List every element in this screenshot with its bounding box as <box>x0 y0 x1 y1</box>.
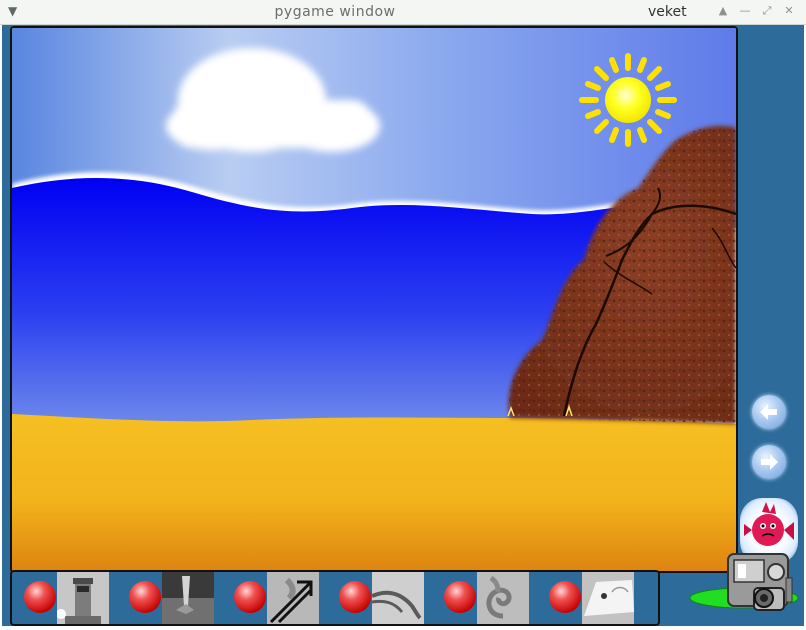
next-page-button[interactable] <box>752 445 786 479</box>
sun-icon <box>579 53 677 147</box>
select-stamp-button[interactable] <box>234 581 266 613</box>
maximize-window-icon[interactable]: ⤢ <box>760 4 774 18</box>
shell-icon <box>477 572 529 624</box>
shade-window-icon[interactable]: ▲ <box>716 4 730 18</box>
arrow-left-icon <box>760 404 777 420</box>
minimize-window-icon[interactable]: — <box>738 4 752 18</box>
stamp-toolbar <box>10 570 660 626</box>
wrench-icon <box>162 572 214 624</box>
lighthouse-icon <box>57 572 109 624</box>
previous-page-button[interactable] <box>752 395 786 429</box>
arrow-right-icon <box>761 454 778 470</box>
beach-sand <box>12 414 736 571</box>
window-titlebar: ▼ pygame window veket ▲ — ⤢ ✕ <box>0 0 806 25</box>
drawing-canvas[interactable] <box>10 26 738 573</box>
claw-icon <box>372 572 424 624</box>
select-stamp-button[interactable] <box>129 581 161 613</box>
select-stamp-button[interactable] <box>339 581 371 613</box>
stamp-slot-fish[interactable] <box>537 572 642 624</box>
stamp-slot-claw[interactable] <box>327 572 432 624</box>
app-name: veket <box>648 4 687 20</box>
select-stamp-button[interactable] <box>24 581 56 613</box>
stamp-slot-arrow[interactable] <box>222 572 327 624</box>
arrow-icon <box>267 572 319 624</box>
select-stamp-button[interactable] <box>549 581 581 613</box>
stamp-slot-shell[interactable] <box>432 572 537 624</box>
close-window-icon[interactable]: ✕ <box>782 4 796 18</box>
fish-icon <box>582 572 634 624</box>
stamp-slot-lighthouse[interactable] <box>12 572 117 624</box>
camera-icon <box>689 553 799 611</box>
save-picture-button[interactable] <box>689 548 804 626</box>
select-stamp-button[interactable] <box>444 581 476 613</box>
stamp-slot-wrench[interactable] <box>117 572 222 624</box>
window-title: pygame window <box>274 4 396 20</box>
